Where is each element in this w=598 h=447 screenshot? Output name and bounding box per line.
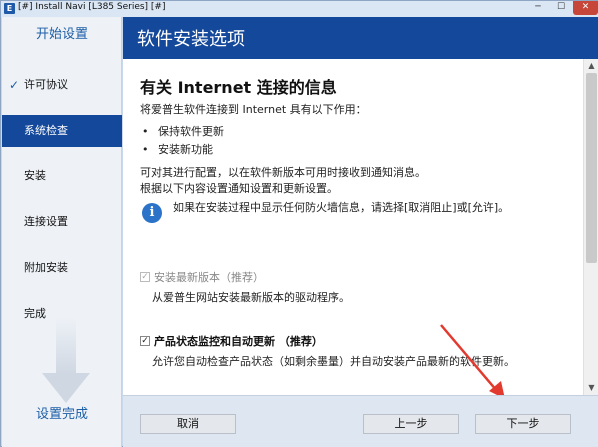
window-title: [#] Install Navi [L385 Series] [#]	[18, 2, 166, 12]
bullet-item: • 保持软件更新	[142, 123, 224, 139]
steps-sidebar: 开始设置 ✓ 许可协议 系统检查 安装 连接设置 附加安装 完成 设置完成	[2, 17, 122, 447]
sidebar-item-system-check: 系统检查	[2, 115, 122, 147]
maximize-button[interactable]: ☐	[550, 1, 572, 15]
config-text-1: 可对其进行配置，以在软件新版本可用时接收到通知消息。	[140, 166, 426, 179]
installer-window: E [#] Install Navi [L385 Series] [#] ─ ☐…	[0, 0, 598, 447]
back-button[interactable]: 上一步	[363, 414, 459, 434]
sidebar-header: 开始设置	[35, 27, 88, 42]
bullet-icon: •	[142, 143, 149, 156]
install-latest-label: 安装最新版本（推荐）	[154, 271, 264, 284]
sidebar-item-connection: 连接设置	[2, 206, 122, 238]
check-icon: ✓	[9, 78, 20, 92]
install-latest-checkbox: ✓	[140, 272, 150, 282]
page-title: 软件安装选项	[137, 29, 245, 50]
epson-app-icon: E	[4, 3, 15, 14]
content-panel: 有关 Internet 连接的信息 将爱普生软件连接到 Internet 具有以…	[123, 59, 583, 399]
sidebar-item-label: 连接设置	[24, 215, 68, 228]
info-icon: i	[142, 203, 162, 223]
page-header: 软件安装选项	[123, 17, 598, 59]
annotation-arrow-icon	[440, 324, 505, 399]
section-title: 有关 Internet 连接的信息	[140, 78, 337, 97]
config-text-2: 根据以下内容设置通知设置和更新设置。	[140, 182, 338, 195]
auto-update-label[interactable]: 产品状态监控和自动更新 （推荐）	[154, 333, 323, 349]
scroll-up-icon[interactable]: ▲	[584, 59, 598, 73]
sidebar-item-label: 许可协议	[24, 78, 68, 91]
sidebar-item-install: 安装	[2, 160, 122, 192]
bullet-icon: •	[142, 125, 149, 138]
sidebar-footer: 设置完成	[35, 407, 88, 422]
bullet-item: • 安装新功能	[142, 141, 213, 157]
sidebar-item-label: 安装	[24, 169, 46, 182]
close-button[interactable]: ✕	[573, 1, 598, 15]
title-bar[interactable]: E [#] Install Navi [L385 Series] [#] ─ ☐…	[1, 1, 598, 17]
install-latest-description: 从爱普生网站安装最新版本的驱动程序。	[152, 291, 350, 304]
bullet-text: 安装新功能	[158, 143, 213, 156]
next-button[interactable]: 下一步	[475, 414, 571, 434]
scroll-thumb[interactable]	[586, 73, 597, 263]
firewall-info-text: 如果在安装过程中显示任何防火墙信息，请选择[取消阻止]或[允许]。	[173, 201, 510, 214]
sidebar-item-label: 附加安装	[24, 261, 68, 274]
sidebar-item-license: ✓ 许可协议	[2, 69, 122, 101]
auto-update-checkbox[interactable]: ✓	[140, 336, 150, 346]
scroll-down-icon[interactable]: ▼	[584, 381, 598, 395]
content-scrollbar[interactable]: ▲ ▼	[583, 59, 598, 395]
footer-bar: 取消 上一步 下一步	[123, 395, 598, 447]
sidebar-item-additional: 附加安装	[2, 252, 122, 284]
sidebar-item-label: 系统检查	[24, 124, 68, 137]
intro-text: 将爱普生软件连接到 Internet 具有以下作用：	[140, 103, 367, 116]
minimize-button[interactable]: ─	[527, 1, 549, 15]
progress-arrow-icon	[42, 317, 90, 403]
cancel-button[interactable]: 取消	[140, 414, 236, 434]
bullet-text: 保持软件更新	[158, 125, 224, 138]
